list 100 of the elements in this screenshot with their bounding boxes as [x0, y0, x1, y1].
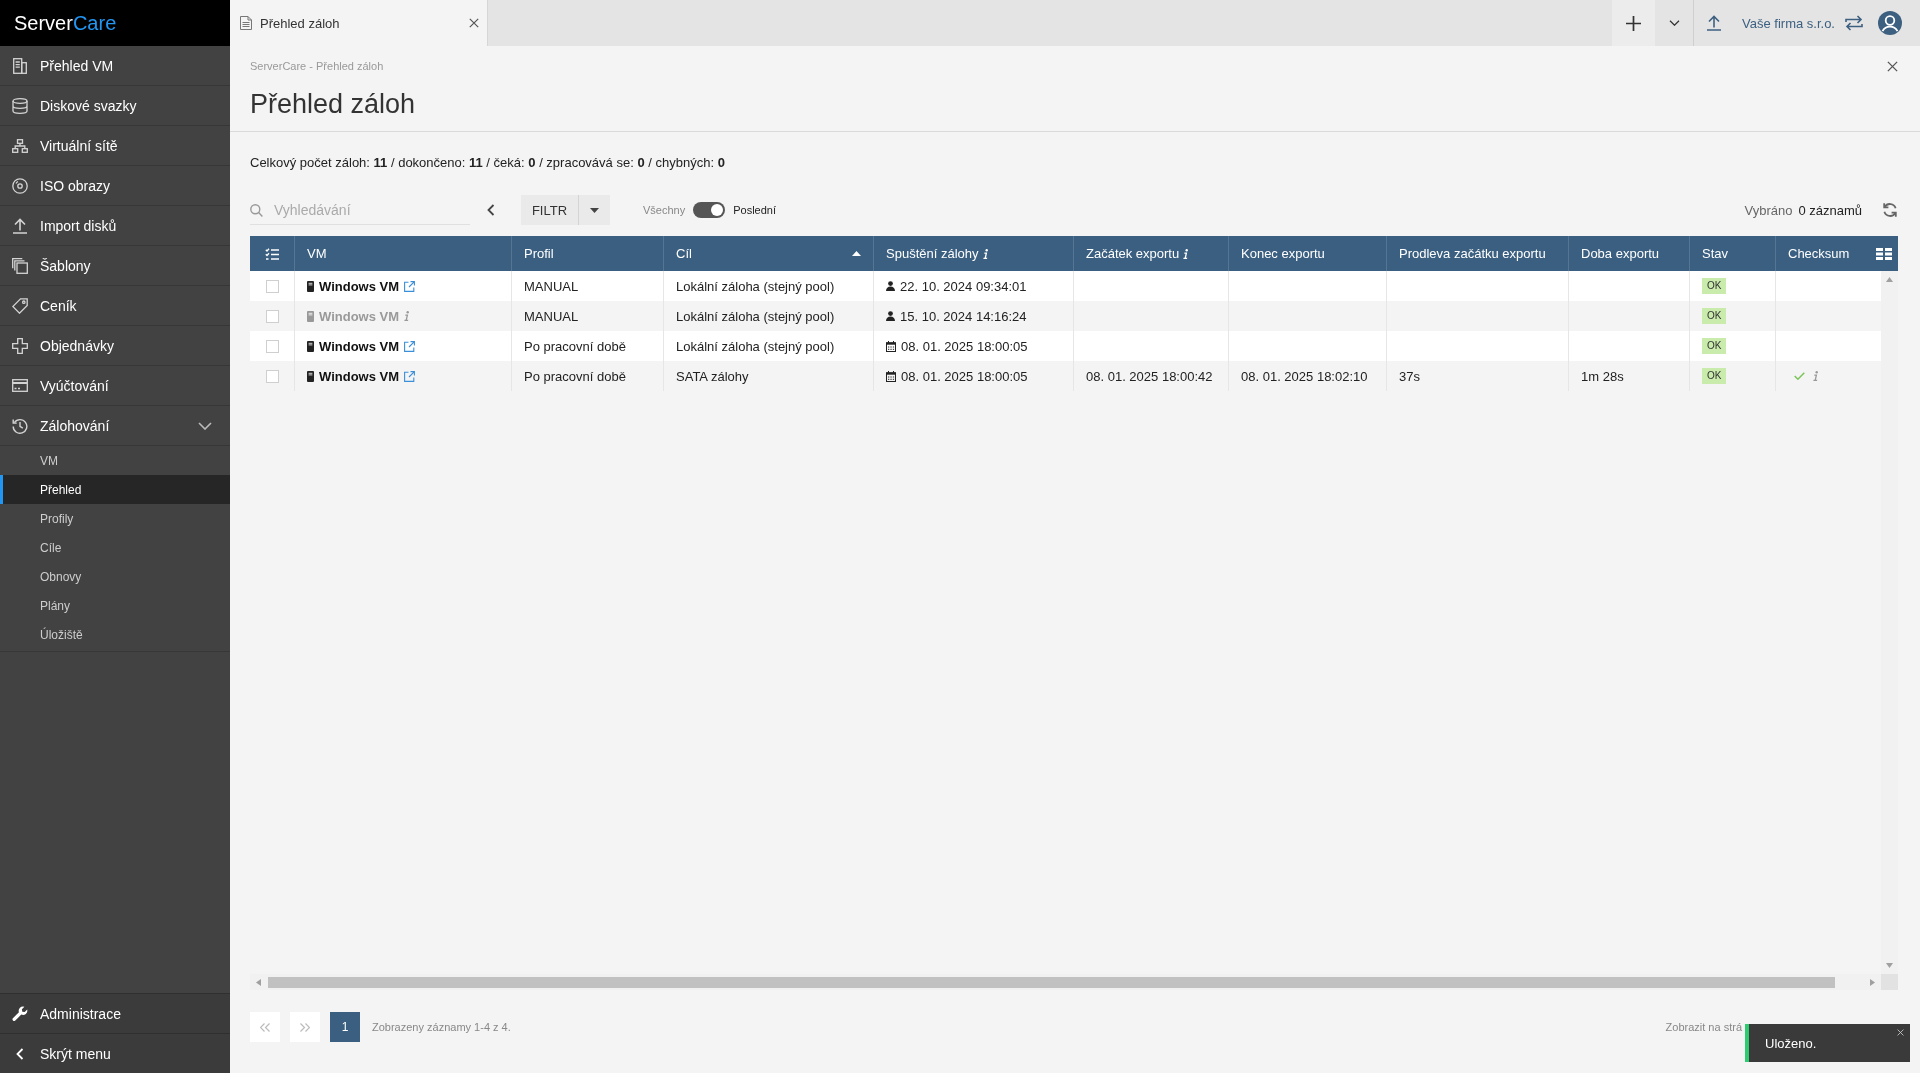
- disc-icon: [12, 177, 28, 194]
- status-badge: OK: [1702, 338, 1727, 354]
- page-size-label: Zobrazit na strá: [1665, 1021, 1742, 1033]
- device-icon: [307, 340, 314, 352]
- plus-icon[interactable]: [1626, 15, 1642, 31]
- tab[interactable]: Přehled záloh: [230, 0, 488, 46]
- database-icon: [12, 97, 28, 114]
- scroll-down-icon[interactable]: [1886, 963, 1893, 968]
- scroll-up-icon[interactable]: [1886, 277, 1893, 282]
- nav-subitem[interactable]: VM: [0, 446, 230, 475]
- nav-item[interactable]: Skrýt menu: [0, 1033, 230, 1073]
- external-link-icon[interactable]: [404, 370, 416, 382]
- upload-icon: [12, 217, 28, 234]
- close-icon[interactable]: [1887, 60, 1898, 72]
- nav-item[interactable]: Administrace: [0, 993, 230, 1033]
- double-chevron-left-icon[interactable]: [260, 1022, 270, 1032]
- nav-subitem[interactable]: Cíle: [0, 533, 230, 562]
- nav-item[interactable]: Zálohování: [0, 406, 230, 446]
- toast-message: Uloženo.: [1765, 1035, 1817, 1051]
- company-name[interactable]: Vaše firma s.r.o.: [1742, 15, 1835, 31]
- row-checkbox[interactable]: [265, 369, 279, 383]
- checklist-icon[interactable]: [265, 247, 279, 260]
- columns-icon[interactable]: [1876, 247, 1892, 260]
- dropdown-button[interactable]: [578, 195, 610, 225]
- chevron-left-icon[interactable]: [487, 204, 495, 216]
- info-icon[interactable]: [1183, 248, 1189, 259]
- sort-icon[interactable]: [852, 251, 861, 256]
- nav-subitem[interactable]: Úložiště: [0, 620, 230, 649]
- copy-icon: [12, 257, 28, 274]
- swap-icon[interactable]: [1845, 15, 1863, 31]
- vm-name[interactable]: Windows VM: [319, 338, 400, 354]
- nav-item[interactable]: Import disků: [0, 206, 230, 246]
- toggle-label: Všechny: [643, 204, 686, 216]
- nav-subitem[interactable]: Profily: [0, 504, 230, 533]
- column-header[interactable]: Checksum: [1776, 236, 1898, 271]
- plus-icon: [12, 337, 28, 354]
- chevron-down-icon[interactable]: [198, 421, 212, 430]
- start-time: 08. 01. 2025 18:00:05: [901, 338, 1028, 354]
- history-icon: [12, 417, 28, 434]
- selection-label: Vybráno: [1744, 202, 1793, 218]
- backup-summary: Celkový počet záloh: 11 / dokončeno: 11 / čeká: 0 / zpracovává se: 0 / chybných: 0: [250, 155, 725, 170]
- nav-subitem[interactable]: Přehled: [0, 475, 230, 504]
- nav-subitem[interactable]: Plány: [0, 591, 230, 620]
- nav-item[interactable]: Přehled VM: [0, 46, 230, 86]
- row-checkbox[interactable]: [265, 309, 279, 323]
- app-logo: ServerCare: [14, 11, 117, 35]
- page-title: Přehled záloh: [250, 88, 417, 121]
- search-icon: [250, 204, 263, 217]
- device-icon: [307, 280, 314, 292]
- table-row[interactable]: Windows VM MANUAL Lokální záloha (stejný pool) 22. 10. 2024 09:34:01 OK: [250, 271, 1881, 301]
- table-cell: SATA zálohy: [664, 361, 874, 391]
- nav-item[interactable]: Diskové svazky: [0, 86, 230, 126]
- avatar-icon[interactable]: [1878, 11, 1902, 35]
- table-cell: Po pracovní době: [512, 361, 664, 391]
- tag-icon: [12, 297, 28, 314]
- vm-name[interactable]: Windows VM: [319, 368, 400, 384]
- person-icon: [886, 281, 895, 291]
- table-row[interactable]: Windows VM Po pracovní době Lokální záloha (stejný pool) 08. 01. 2025 18:00:05 OK: [250, 331, 1881, 361]
- filter-button[interactable]: FILTR: [521, 195, 578, 225]
- status-badge: OK: [1702, 368, 1727, 384]
- scrollbar-thumb[interactable]: [268, 976, 1835, 988]
- row-checkbox[interactable]: [265, 279, 279, 293]
- nav-item[interactable]: Objednávky: [0, 326, 230, 366]
- selection-count: 0 záznamů: [1798, 202, 1862, 218]
- table-cell: 1m 28s: [1569, 361, 1690, 391]
- calendar-icon: [886, 340, 896, 352]
- refresh-icon[interactable]: [1882, 202, 1898, 218]
- nav-item[interactable]: Vyúčtování: [0, 366, 230, 406]
- records-summary: Zobrazeny záznamy 1-4 z 4.: [372, 1021, 511, 1033]
- chevron-down-icon[interactable]: [1668, 20, 1680, 26]
- start-time: 15. 10. 2024 14:16:24: [900, 308, 1027, 324]
- network-icon: [12, 138, 28, 153]
- nav-item[interactable]: Ceník: [0, 286, 230, 326]
- status-badge: OK: [1702, 308, 1727, 324]
- close-icon[interactable]: [469, 18, 479, 28]
- device-icon: [307, 370, 314, 382]
- status-badge: OK: [1702, 278, 1727, 294]
- scroll-right-icon[interactable]: [1870, 978, 1875, 986]
- vm-name[interactable]: Windows VM: [319, 278, 400, 294]
- external-link-icon[interactable]: [404, 280, 416, 292]
- page-button[interactable]: 1: [330, 1012, 360, 1042]
- search-field[interactable]: Vyhledávání: [250, 195, 470, 225]
- scroll-left-icon[interactable]: [256, 978, 261, 986]
- row-checkbox[interactable]: [265, 339, 279, 353]
- external-link-icon[interactable]: [404, 340, 416, 352]
- double-chevron-right-icon[interactable]: [300, 1022, 310, 1032]
- nav-subitem[interactable]: Obnovy: [0, 562, 230, 591]
- info-icon[interactable]: [982, 248, 988, 259]
- nav-item[interactable]: ISO obrazy: [0, 166, 230, 206]
- toggle-switch[interactable]: [693, 202, 726, 218]
- start-time: 22. 10. 2024 09:34:01: [900, 278, 1027, 294]
- toggle-label: Poslední: [733, 204, 776, 216]
- nav-item[interactable]: Šablony: [0, 246, 230, 286]
- nav-item[interactable]: Virtuální sítě: [0, 126, 230, 166]
- server-icon: [13, 57, 27, 74]
- table-cell: 08. 01. 2025 18:02:10: [1229, 361, 1387, 391]
- caret-icon[interactable]: [590, 207, 599, 213]
- card-icon: [12, 379, 28, 392]
- upload-icon[interactable]: [1706, 15, 1723, 31]
- start-time: 08. 01. 2025 18:00:05: [901, 368, 1028, 384]
